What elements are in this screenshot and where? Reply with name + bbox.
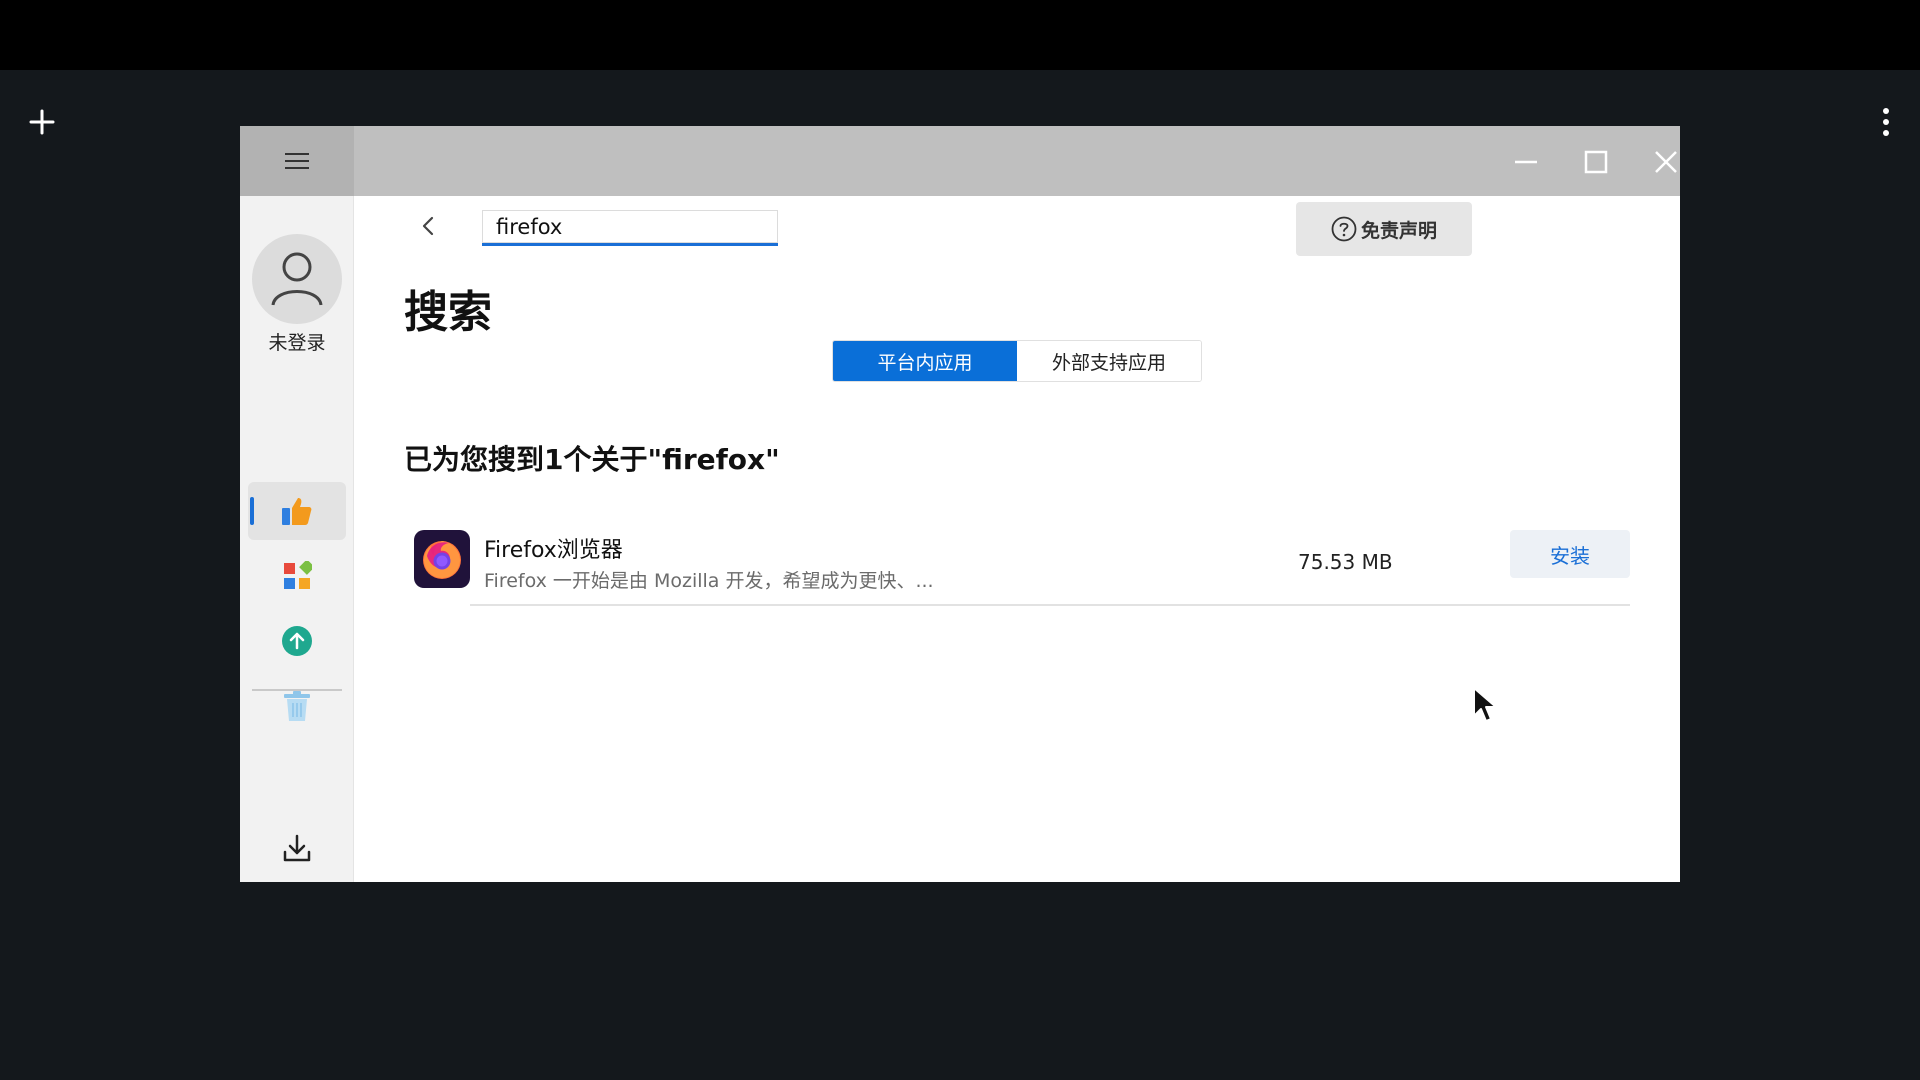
- firefox-icon: [414, 530, 470, 588]
- tab-external-apps[interactable]: 外部支持应用: [1017, 341, 1201, 381]
- login-status-label[interactable]: 未登录: [240, 328, 354, 355]
- sidebar-divider: [252, 689, 342, 691]
- list-item[interactable]: Firefox浏览器 Firefox 一开始是由 Mozilla 开发，希望成为…: [414, 522, 1630, 606]
- app-name[interactable]: Firefox浏览器: [484, 532, 623, 564]
- app-store-window: 未登录 firefox 免责声明 搜索 平台内应用 外部支持应用 已为您搜到1个…: [240, 126, 1680, 882]
- sidebar-item-updates[interactable]: [248, 612, 346, 670]
- grid-apps-icon: [284, 561, 312, 589]
- avatar[interactable]: [252, 234, 342, 324]
- more-vertical-icon[interactable]: [1872, 106, 1900, 138]
- app-description: Firefox 一开始是由 Mozilla 开发，希望成为更快、...: [484, 570, 934, 592]
- search-input[interactable]: [482, 210, 778, 246]
- app-size: 75.53 MB: [1298, 550, 1393, 574]
- install-button[interactable]: 安装: [1510, 530, 1630, 578]
- disclaimer-button[interactable]: 免责声明: [1296, 202, 1472, 256]
- row-divider: [470, 604, 1630, 606]
- close-icon[interactable]: [1644, 140, 1680, 184]
- trash-icon: [284, 691, 310, 721]
- result-heading: 已为您搜到1个关于"firefox": [404, 443, 780, 476]
- source-tabs: 平台内应用 外部支持应用: [832, 340, 1202, 382]
- tab-platform-apps[interactable]: 平台内应用: [833, 341, 1017, 381]
- hamburger-icon[interactable]: [240, 126, 354, 196]
- download-icon[interactable]: [272, 826, 322, 870]
- user-icon: [271, 252, 323, 306]
- plus-icon[interactable]: [28, 108, 56, 136]
- desktop-top-bar: [0, 0, 1920, 70]
- disclaimer-label: 免责声明: [1360, 219, 1437, 242]
- sidebar-item-recommend[interactable]: [248, 482, 346, 540]
- chevron-left-icon[interactable]: [412, 210, 444, 242]
- sidebar-item-uninstall[interactable]: [248, 677, 346, 735]
- minimize-icon[interactable]: [1504, 140, 1548, 184]
- page-title: 搜索: [404, 287, 492, 338]
- help-circle-icon: [1331, 216, 1357, 242]
- upload-arrow-icon: [282, 626, 312, 656]
- sidebar-item-categories[interactable]: [248, 547, 346, 605]
- sidebar: 未登录: [240, 196, 354, 882]
- thumbs-up-icon: [282, 498, 312, 525]
- mouse-cursor-icon: [1472, 686, 1498, 724]
- maximize-icon[interactable]: [1574, 140, 1618, 184]
- titlebar: [240, 126, 1680, 196]
